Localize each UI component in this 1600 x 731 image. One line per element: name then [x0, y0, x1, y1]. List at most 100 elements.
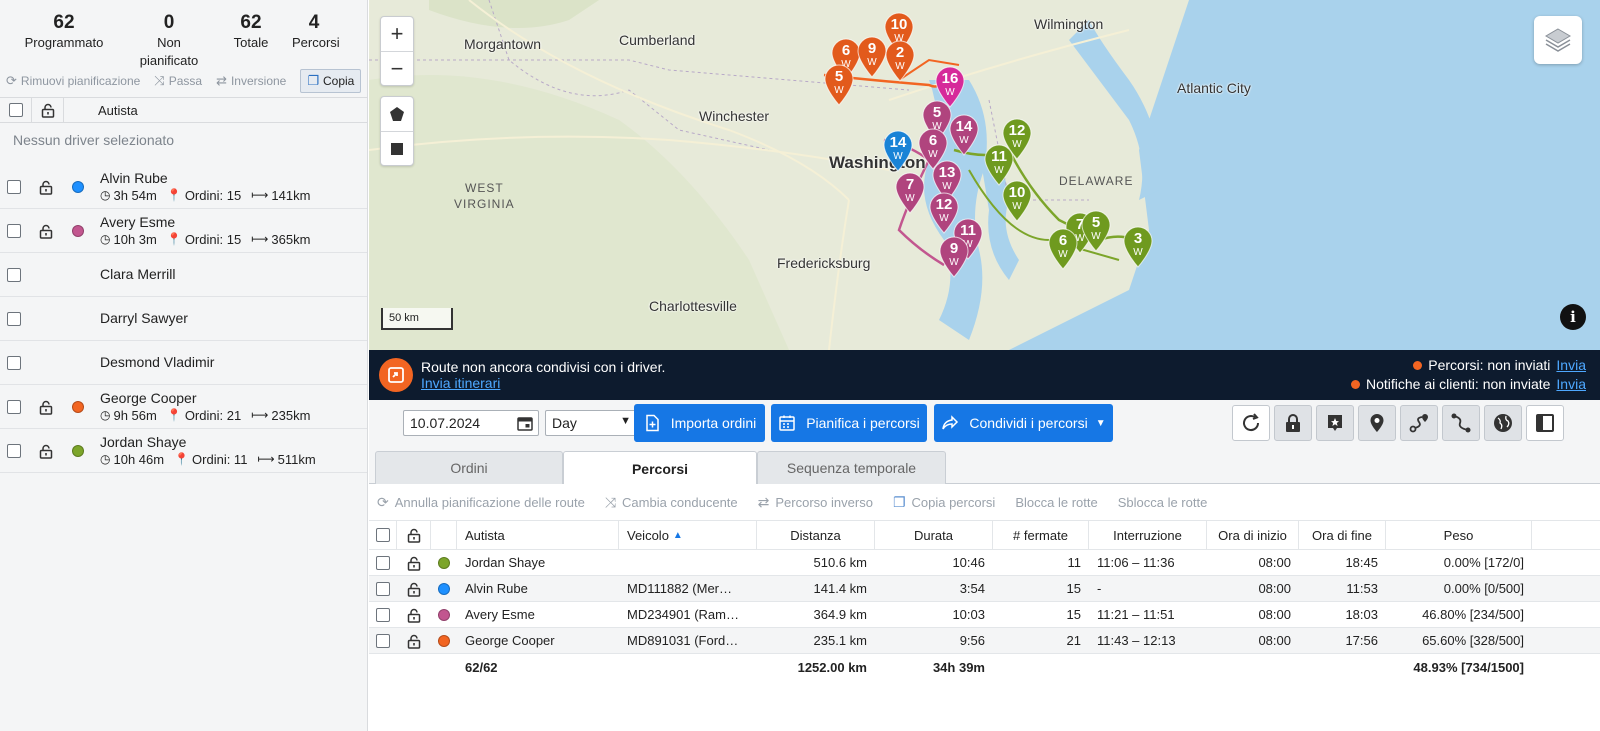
- driver-name: Alvin Rube: [100, 169, 168, 186]
- unlock-routes-action[interactable]: Sblocca le rotte: [1118, 495, 1208, 510]
- route-stop-marker[interactable]: 9W: [857, 36, 887, 78]
- globe-button[interactable]: [1484, 405, 1522, 441]
- driver-row-jordan-shaye[interactable]: Jordan Shaye ◷ 10h 46m 📍 Ordini: 11 ⟼ 511km: [0, 429, 367, 473]
- column-header-end[interactable]: Ora di fine: [1299, 521, 1386, 549]
- route-stop-marker[interactable]: 5W: [1081, 210, 1111, 252]
- table-row[interactable]: Avery Esme MD234901 (Ram… 364.9 km 10:03 15 1…: [369, 602, 1600, 628]
- route-stop-marker[interactable]: 2W: [885, 40, 915, 82]
- driver-checkbox[interactable]: [7, 443, 21, 458]
- driver-name: George Cooper: [100, 389, 197, 406]
- change-driver-button[interactable]: ⤨ Cambia conducente: [605, 494, 738, 511]
- lock-icon[interactable]: [39, 224, 53, 239]
- column-header-vehicle[interactable]: Veicolo ▲: [619, 521, 757, 549]
- row-checkbox[interactable]: [376, 581, 390, 596]
- route-stop-marker[interactable]: 10 W: [1002, 180, 1032, 222]
- driver-checkbox[interactable]: [7, 267, 21, 282]
- info-icon[interactable]: i: [1560, 304, 1586, 330]
- table-row[interactable]: Jordan Shaye 510.6 km 10:46 11 11:06 – 11:36…: [369, 550, 1600, 576]
- route-branch-button[interactable]: [1442, 405, 1480, 441]
- route-stop-marker[interactable]: 6W: [1048, 228, 1078, 270]
- lock-icon[interactable]: [407, 528, 421, 543]
- driver-checkbox[interactable]: [7, 399, 21, 414]
- share-routes-button[interactable]: Condividi i percorsi ▼: [934, 404, 1113, 442]
- route-stop-marker[interactable]: 5W: [824, 64, 854, 106]
- calendar-icon[interactable]: [516, 414, 534, 432]
- send-notifications-link[interactable]: Invia: [1556, 376, 1586, 392]
- refresh-button[interactable]: [1232, 405, 1270, 441]
- route-stop-marker[interactable]: 14 W: [949, 114, 979, 156]
- driver-checkbox[interactable]: [7, 355, 21, 370]
- lock-icon[interactable]: [39, 400, 53, 415]
- reverse-route-button[interactable]: ⇄ Percorso inverso: [758, 494, 873, 511]
- row-checkbox[interactable]: [376, 633, 390, 648]
- column-header-duration[interactable]: Durata: [875, 521, 993, 549]
- import-orders-button[interactable]: Importa ordini: [634, 404, 765, 442]
- driver-checkbox[interactable]: [7, 179, 21, 194]
- lock-icon[interactable]: [407, 582, 421, 597]
- driver-color-dot: [438, 582, 450, 595]
- lock-icon[interactable]: [41, 103, 55, 118]
- route-map[interactable]: Wilmington Morgantown Cumberland Atlanti…: [369, 0, 1600, 350]
- table-row[interactable]: Alvin Rube MD111882 (Mer… 141.4 km 3:54 15 - 0…: [369, 576, 1600, 602]
- tab-routes[interactable]: Percorsi: [563, 451, 757, 485]
- copy-routes-button[interactable]: ❐ Copia percorsi: [893, 494, 995, 511]
- remove-planning-button[interactable]: ⟳ Rimuovi pianificazione: [6, 73, 140, 89]
- cell-weight: 0.00% [172/0]: [1443, 555, 1524, 570]
- route-stop-marker[interactable]: 7W: [895, 172, 925, 214]
- column-header-start[interactable]: Ora di inizio: [1207, 521, 1299, 549]
- tab-orders[interactable]: Ordini: [375, 451, 563, 484]
- invert-button[interactable]: ⇄ Inversione: [216, 73, 286, 89]
- tab-timeline[interactable]: Sequenza temporale: [757, 451, 946, 484]
- driver-row-darryl-sawyer[interactable]: Darryl Sawyer: [0, 297, 367, 341]
- route-path-button[interactable]: [1400, 405, 1438, 441]
- route-stop-marker[interactable]: 9W: [939, 236, 969, 278]
- column-header-driver[interactable]: Autista: [457, 521, 619, 549]
- draw-rectangle-button[interactable]: [381, 131, 413, 165]
- table-row[interactable]: George Cooper MD891031 (Ford… 235.1 km 9:56…: [369, 628, 1600, 654]
- driver-row-avery-esme[interactable]: Avery Esme ◷ 10h 3m 📍 Ordini: 15 ⟼ 365km: [0, 209, 367, 253]
- toggle-panel-button[interactable]: [1526, 405, 1564, 441]
- marker-number: 11: [991, 148, 1007, 165]
- lock-routes-action[interactable]: Blocca le rotte: [1015, 495, 1097, 510]
- favorite-pin-button[interactable]: [1316, 405, 1354, 441]
- driver-color-dot: [438, 556, 450, 569]
- select-all-checkbox[interactable]: [8, 103, 23, 117]
- draw-polygon-button[interactable]: [381, 97, 413, 131]
- map-region-label: WEST VIRGINIA: [454, 181, 515, 211]
- location-button[interactable]: [1358, 405, 1396, 441]
- driver-row-clara-merrill[interactable]: Clara Merrill: [0, 253, 367, 297]
- pass-button[interactable]: ⤨ Passa: [154, 73, 202, 89]
- plan-routes-button[interactable]: Pianifica i percorsi: [771, 404, 927, 442]
- lock-icon[interactable]: [39, 444, 53, 459]
- driver-row-alvin-rube[interactable]: Alvin Rube ◷ 3h 54m 📍 Ordini: 15 ⟼ 141km: [0, 165, 367, 209]
- notifications-status: Notifiche ai clienti: non inviate Invia: [1350, 376, 1586, 392]
- send-itineraries-link[interactable]: Invia itinerari: [421, 375, 500, 391]
- period-select[interactable]: Day ▼: [545, 410, 637, 436]
- lock-icon[interactable]: [407, 634, 421, 649]
- send-routes-link[interactable]: Invia: [1556, 357, 1586, 373]
- date-picker[interactable]: 10.07.2024: [403, 410, 539, 436]
- row-checkbox[interactable]: [376, 555, 390, 570]
- driver-row-desmond-vladimir[interactable]: Desmond Vladimir: [0, 341, 367, 385]
- route-stop-marker[interactable]: 3W: [1123, 226, 1153, 268]
- driver-row-george-cooper[interactable]: George Cooper ◷ 9h 56m 📍 Ordini: 21 ⟼ 235km: [0, 385, 367, 429]
- route-stop-marker[interactable]: 14 W: [883, 130, 913, 172]
- zoom-out-button[interactable]: −: [381, 51, 413, 85]
- lock-routes-button[interactable]: [1274, 405, 1312, 441]
- column-header-distance[interactable]: Distanza: [757, 521, 875, 549]
- copy-button[interactable]: ❐ Copia: [300, 69, 362, 93]
- zoom-in-button[interactable]: +: [381, 17, 413, 51]
- select-all-checkbox[interactable]: [375, 528, 390, 542]
- lock-icon[interactable]: [407, 608, 421, 623]
- lock-icon[interactable]: [39, 180, 53, 195]
- column-header-weight[interactable]: Peso: [1386, 521, 1532, 549]
- layers-button[interactable]: [1534, 16, 1582, 64]
- column-header-stops[interactable]: # fermate: [993, 521, 1089, 549]
- driver-checkbox[interactable]: [7, 223, 21, 238]
- drivers-list-header: Autista: [0, 97, 367, 123]
- driver-checkbox[interactable]: [7, 311, 21, 326]
- cancel-route-planning-button[interactable]: ⟳ Annulla pianificazione delle route: [377, 494, 585, 511]
- lock-icon[interactable]: [407, 556, 421, 571]
- column-header-break[interactable]: Interruzione: [1089, 521, 1207, 549]
- row-checkbox[interactable]: [376, 607, 390, 622]
